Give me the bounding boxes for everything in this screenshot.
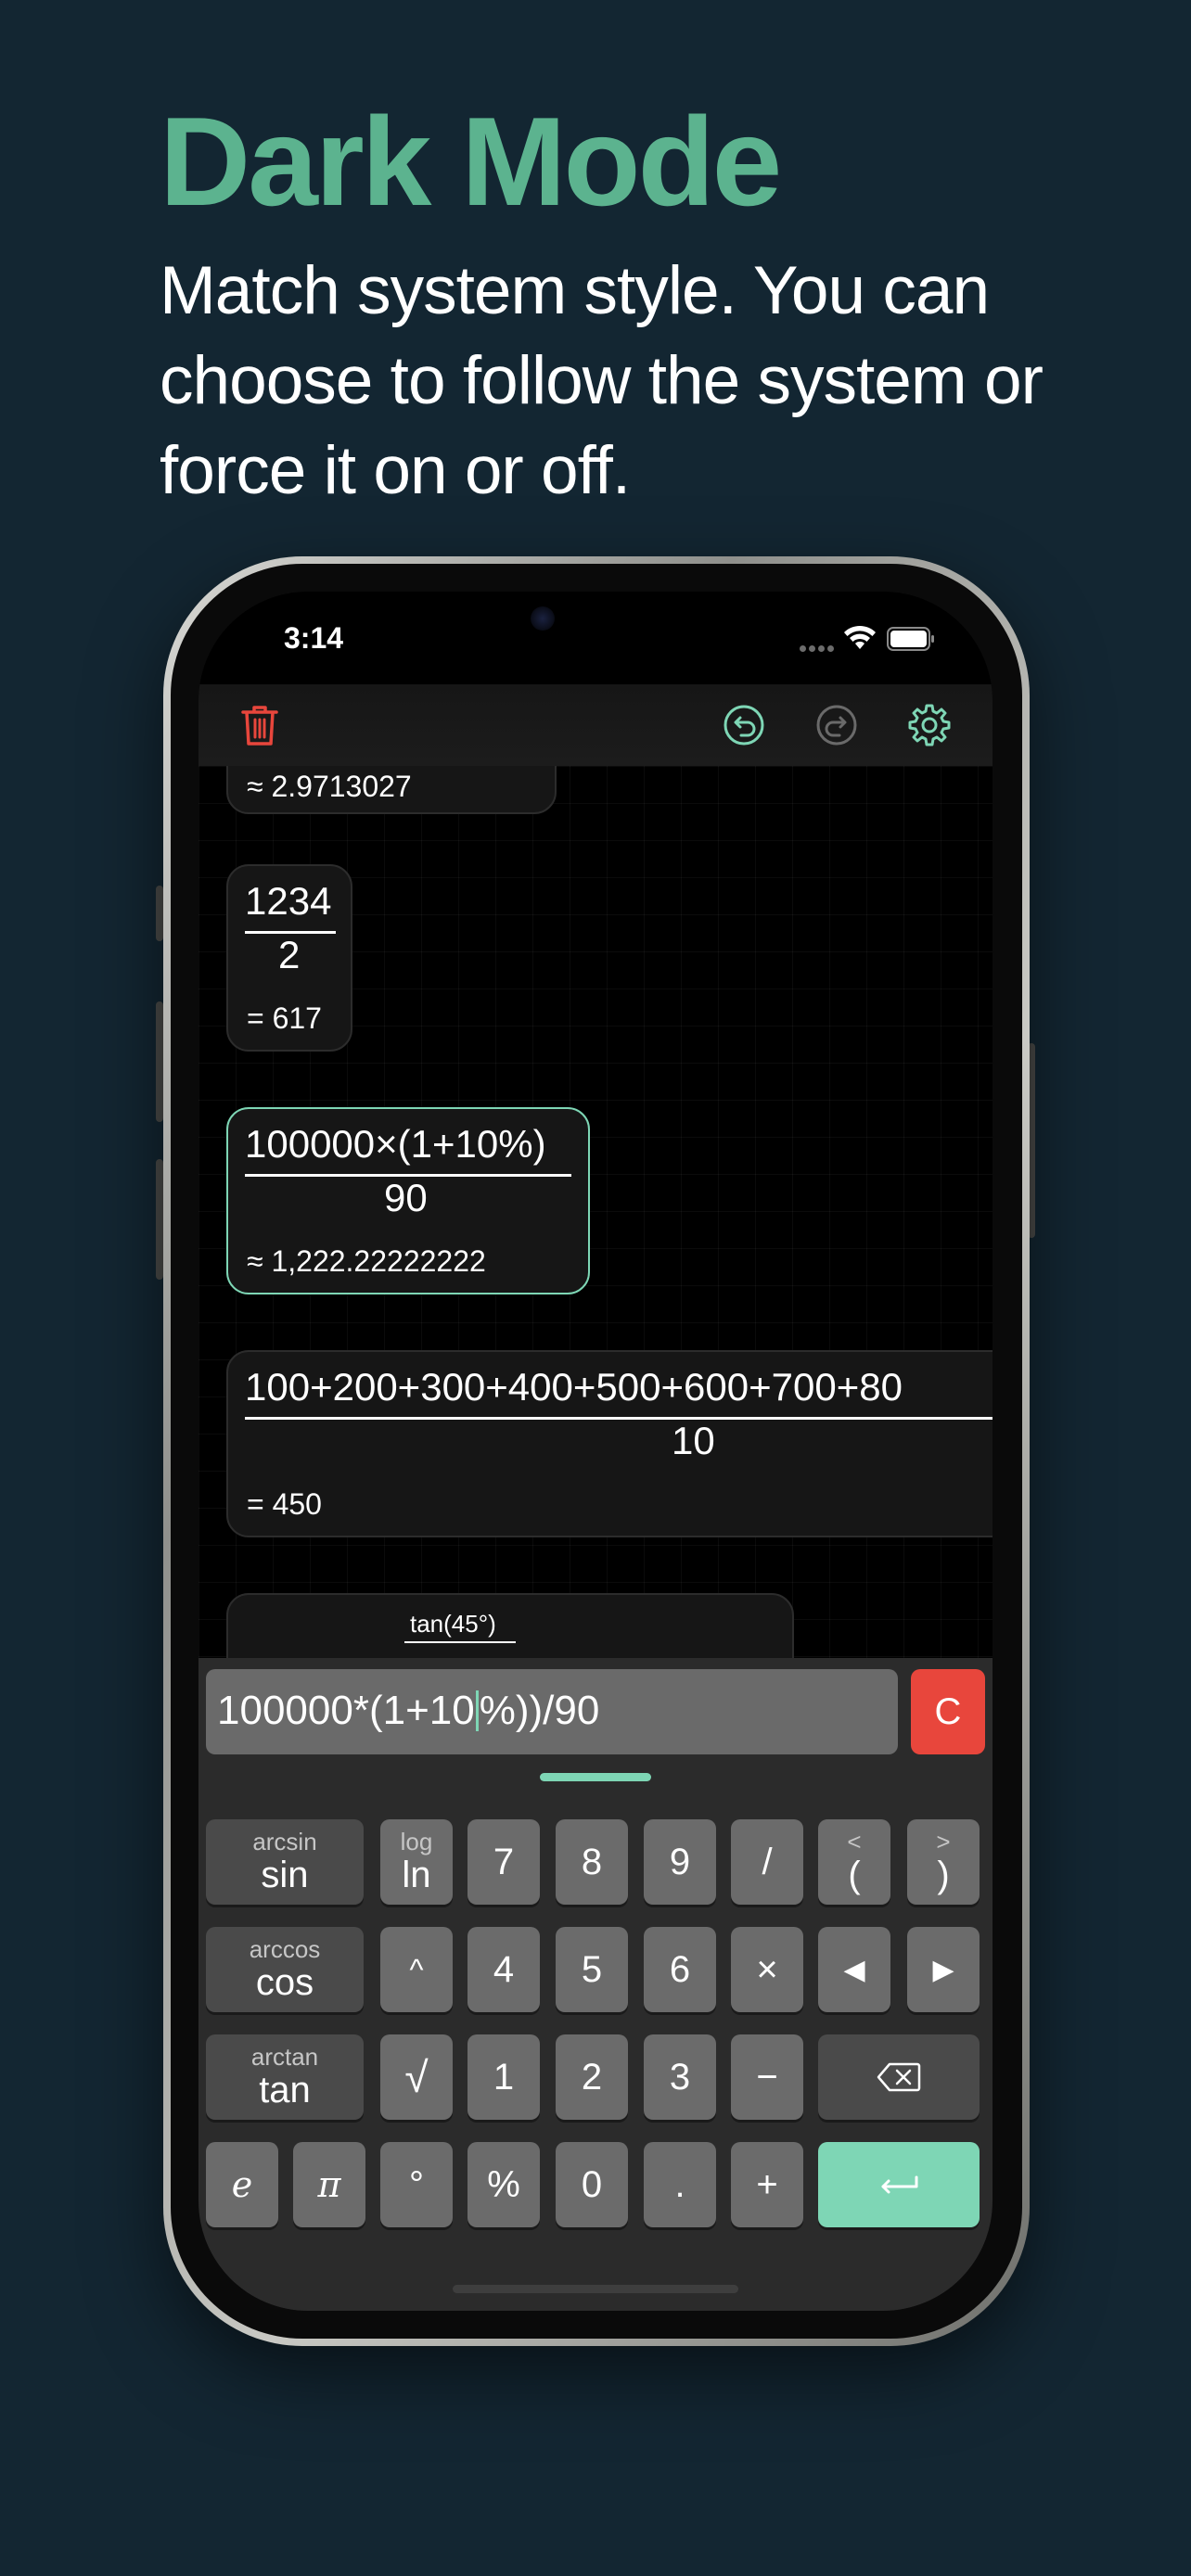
key-cos[interactable]: arccos cos	[206, 1927, 364, 2012]
result-text: = 617	[247, 1001, 322, 1035]
key-label: ln	[402, 1855, 431, 1895]
numerator: 100+200+300+400+500+600+700+80	[245, 1365, 903, 1409]
numerator: tan(45°)	[410, 1610, 496, 1638]
numerator: 1234	[245, 879, 332, 923]
key-2[interactable]: 2	[556, 2034, 628, 2120]
key-label: cos	[255, 1962, 314, 2003]
battery-icon	[887, 627, 934, 651]
key-alt-label: >	[936, 1828, 951, 1855]
history-canvas[interactable]: ≈ 2.9713027 1234 2 = 617 100000×(1+10%) …	[198, 766, 992, 1658]
key-alt-label: log	[400, 1828, 433, 1855]
result-text: = 450	[247, 1487, 322, 1521]
history-card[interactable]: ≈ 2.9713027	[226, 766, 557, 814]
key-label: π	[317, 2164, 341, 2205]
history-card[interactable]: 100+200+300+400+500+600+700+80 10 = 450	[226, 1350, 992, 1537]
keypad: 100000*(1+10 %))/90 C arcsin sin log ln 7…	[198, 1658, 992, 2311]
key-close-paren[interactable]: > )	[907, 1819, 980, 1905]
key-plus[interactable]: +	[731, 2142, 803, 2227]
gear-icon	[908, 704, 951, 746]
settings-button[interactable]	[902, 697, 957, 753]
denominator: 2	[278, 933, 301, 976]
undo-button[interactable]	[716, 697, 772, 753]
key-ln[interactable]: log ln	[380, 1819, 453, 1905]
fraction-bar	[245, 1417, 992, 1420]
backspace-icon	[877, 2062, 921, 2092]
history-card-active[interactable]: 100000×(1+10%) 90 ≈ 1,222.22222222	[226, 1107, 590, 1294]
key-tan[interactable]: arctan tan	[206, 2034, 364, 2120]
volume-up-button	[156, 1001, 163, 1122]
home-indicator[interactable]	[453, 2285, 738, 2293]
keypad-resize-handle[interactable]	[540, 1773, 651, 1781]
trash-icon	[241, 706, 278, 746]
phone-screen: 3:14 ≈ 2.9713027 1234 2 = 617 100000×(1+…	[198, 592, 992, 2311]
key-alt-label: arcsin	[252, 1828, 317, 1855]
key-7[interactable]: 7	[467, 1819, 540, 1905]
key-9[interactable]: 9	[644, 1819, 716, 1905]
key-0[interactable]: 0	[556, 2142, 628, 2227]
wifi-icon	[844, 625, 876, 649]
key-sin[interactable]: arcsin sin	[206, 1819, 364, 1905]
key-1[interactable]: 1	[467, 2034, 540, 2120]
key-divide[interactable]: /	[731, 1819, 803, 1905]
key-minus[interactable]: −	[731, 2034, 803, 2120]
key-cursor-right[interactable]: ▶	[907, 1927, 980, 2012]
redo-icon	[816, 705, 857, 746]
key-enter[interactable]	[818, 2142, 980, 2227]
key-4[interactable]: 4	[467, 1927, 540, 2012]
key-alt-label: arccos	[249, 1935, 321, 1963]
key-decimal[interactable]: .	[644, 2142, 716, 2227]
denominator: 10	[672, 1419, 715, 1462]
page-subtitle: Match system style. You can choose to fo…	[160, 253, 1044, 508]
cellular-signal-icon	[800, 640, 837, 652]
undo-icon	[724, 705, 764, 746]
redo-button[interactable]	[809, 697, 864, 753]
volume-down-button	[156, 1159, 163, 1280]
key-label: sin	[261, 1855, 309, 1895]
key-label: e	[231, 2164, 253, 2205]
expression-text-after-caret: %))/90	[479, 1688, 600, 1733]
front-camera	[531, 606, 555, 631]
expression-text-before-caret: 100000*(1+10	[217, 1688, 475, 1733]
silent-switch	[156, 886, 163, 941]
text-caret	[475, 1690, 479, 1731]
key-3[interactable]: 3	[644, 2034, 716, 2120]
status-time: 3:14	[284, 621, 344, 655]
denominator: 90	[384, 1176, 428, 1219]
key-pi[interactable]: π	[293, 2142, 365, 2227]
notch	[445, 592, 748, 657]
numerator: 100000×(1+10%)	[245, 1122, 546, 1166]
clear-button[interactable]: C	[911, 1669, 985, 1754]
enter-icon	[881, 2175, 918, 2194]
expression-input[interactable]: 100000*(1+10 %))/90	[206, 1669, 898, 1754]
key-cursor-left[interactable]: ◀	[818, 1927, 890, 2012]
page-title: Dark Mode	[160, 91, 782, 232]
key-6[interactable]: 6	[644, 1927, 716, 2012]
history-card[interactable]: tan(45°)	[226, 1593, 794, 1658]
key-e[interactable]: e	[206, 2142, 278, 2227]
key-alt-label: <	[847, 1828, 862, 1855]
key-5[interactable]: 5	[556, 1927, 628, 2012]
toolbar	[198, 684, 992, 766]
key-label: )	[937, 1855, 950, 1895]
key-power[interactable]: ^	[380, 1927, 453, 2012]
key-sqrt[interactable]: √	[380, 2034, 453, 2120]
key-multiply[interactable]: ×	[731, 1927, 803, 2012]
key-backspace[interactable]	[818, 2034, 980, 2120]
key-percent[interactable]: %	[467, 2142, 540, 2227]
result-text: ≈ 1,222.22222222	[247, 1244, 486, 1278]
history-card[interactable]: 1234 2 = 617	[226, 864, 352, 1052]
key-alt-label: arctan	[250, 2043, 319, 2071]
key-label: tan	[259, 2070, 311, 2111]
fraction-bar	[404, 1641, 516, 1643]
key-label: (	[848, 1855, 861, 1895]
key-open-paren[interactable]: < (	[818, 1819, 890, 1905]
key-8[interactable]: 8	[556, 1819, 628, 1905]
result-text: ≈ 2.9713027	[247, 770, 412, 803]
clear-history-button[interactable]	[232, 697, 288, 753]
key-degree[interactable]: °	[380, 2142, 453, 2227]
